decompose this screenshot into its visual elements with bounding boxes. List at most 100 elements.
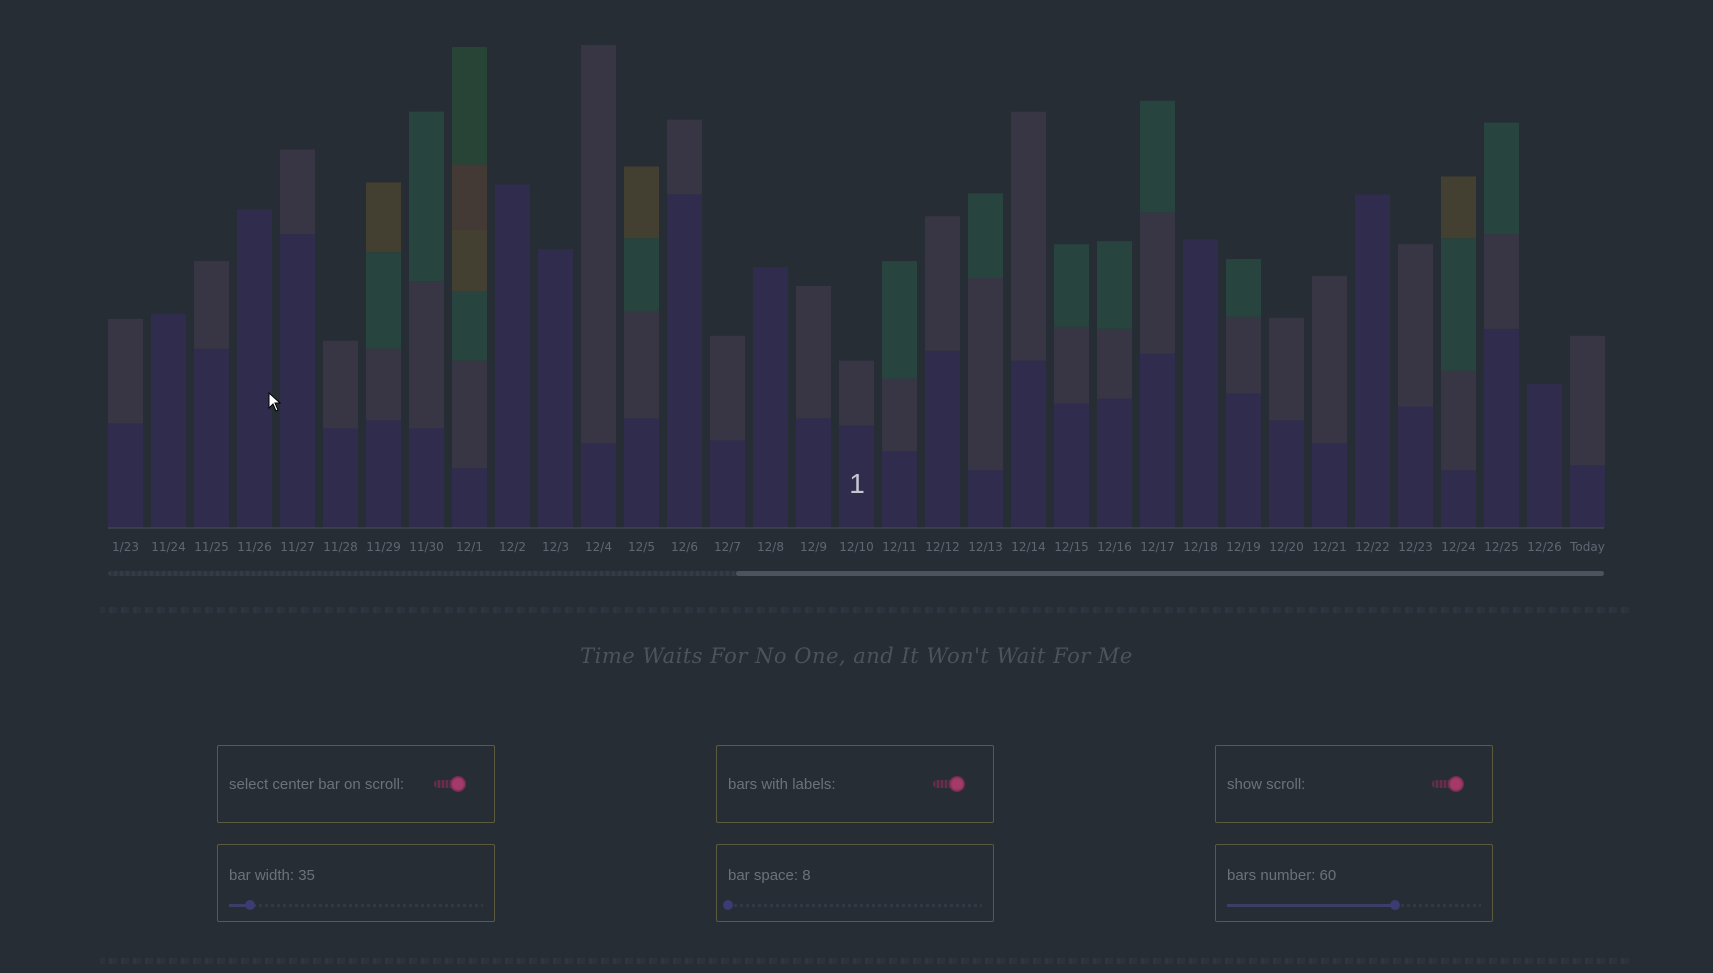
bar-segment-12-6-s0[interactable] (667, 194, 702, 528)
bar-segment-12-9-s1[interactable] (796, 285, 831, 419)
bar-segment-1-23-s1[interactable] (108, 318, 143, 424)
quote-text: Time Waits For No One, and It Won't Wait… (580, 644, 1133, 668)
show-scroll-toggle[interactable] (1432, 775, 1466, 793)
slider-panel-bar-space: bar space: 8 (716, 844, 994, 922)
bar-segment-12-1-s0[interactable] (452, 468, 487, 528)
bar-segment-11-29-s2[interactable] (366, 252, 401, 349)
bar-segment-12-20-s1[interactable] (1269, 317, 1304, 421)
bar-segment-12-26-s0[interactable] (1527, 383, 1562, 528)
bar-segment-12-2-s0[interactable] (495, 184, 530, 529)
bar-segment-12-20-s0[interactable] (1269, 420, 1304, 528)
slider-thumb[interactable] (1390, 900, 1401, 910)
bar-segment-12-5-s0[interactable] (624, 418, 659, 528)
bar-segment-12-21-s1[interactable] (1312, 276, 1347, 444)
bar-segment-12-15-s1[interactable] (1054, 326, 1089, 404)
bar-segment-12-5-s2[interactable] (624, 238, 659, 311)
bar-segment-11-30-s1[interactable] (409, 281, 444, 429)
bar-segment-12-1-s3[interactable] (452, 229, 487, 291)
bar-segment-12-19-s1[interactable] (1226, 316, 1261, 394)
bar-segment-12-11-s2[interactable] (882, 261, 917, 379)
scrollbar-thumb[interactable] (736, 571, 1604, 576)
bar-segment-12-24-s1[interactable] (1441, 370, 1476, 471)
bar-segment-11-26-s0[interactable] (237, 209, 272, 528)
toggle-label: select center bar on scroll: (229, 776, 405, 793)
bar-segment-12-25-s1[interactable] (1484, 234, 1519, 329)
bar-segment-12-19-s2[interactable] (1226, 259, 1261, 317)
chart-scrollbar[interactable] (108, 571, 1604, 576)
bar-segment-1-23-s0[interactable] (108, 423, 143, 528)
bar-segment-12-24-s0[interactable] (1441, 470, 1476, 528)
x-tick-label: 12/1 (456, 540, 483, 554)
bar-segment-12-23-s1[interactable] (1398, 244, 1433, 407)
bar-segment-12-13-s0[interactable] (968, 470, 1003, 528)
bar-segment-12-11-s1[interactable] (882, 378, 917, 452)
bar-segment-12-14-s0[interactable] (1011, 360, 1046, 528)
bar-segment-11-29-s1[interactable] (366, 348, 401, 421)
bar-segment-12-16-s0[interactable] (1097, 398, 1132, 528)
bar-segment-11-27-s1[interactable] (280, 149, 315, 235)
x-tick-label: 12/14 (1011, 540, 1046, 554)
bar-segment-12-3-s0[interactable] (538, 249, 573, 528)
bar-segment-12-19-s0[interactable] (1226, 393, 1261, 528)
bar-segment-12-25-s2[interactable] (1484, 122, 1519, 235)
bar-segment-12-1-s4[interactable] (452, 164, 487, 230)
bar-segment-12-1-s1[interactable] (452, 360, 487, 469)
bar-segment-11-25-s1[interactable] (194, 261, 229, 349)
bar-segment-12-12-s0[interactable] (925, 350, 960, 528)
bar-segment-12-6-s1[interactable] (667, 119, 702, 195)
x-tick-label: Today (1569, 540, 1605, 554)
bar-segment-12-4-s1[interactable] (581, 44, 616, 444)
bar-segment-11-29-s0[interactable] (366, 420, 401, 528)
bar-segment-11-27-s0[interactable] (280, 234, 315, 528)
bar-space-slider[interactable] (723, 900, 982, 910)
slider-thumb[interactable] (245, 900, 256, 910)
bar-segment-11-29-s3[interactable] (366, 182, 401, 253)
bar-segment-12-21-s0[interactable] (1312, 443, 1347, 528)
bar-segment-12-5-s1[interactable] (624, 310, 659, 419)
bar-segment-12-18-s0[interactable] (1183, 239, 1218, 529)
bar-segment-11-30-s2[interactable] (409, 111, 444, 282)
divider-top (100, 607, 1630, 613)
bar-segment-12-5-s3[interactable] (624, 166, 659, 239)
bar-segment-12-15-s0[interactable] (1054, 403, 1089, 528)
bar-segment-12-13-s1[interactable] (968, 278, 1003, 471)
bar-segment-11-30-s0[interactable] (409, 428, 444, 528)
bar-segment-12-1-s2[interactable] (452, 290, 487, 361)
bar-segment-11-28-s0[interactable] (323, 428, 358, 528)
bar-width-slider[interactable] (229, 900, 483, 910)
bar-segment-11-25-s0[interactable] (194, 348, 229, 528)
bars-number-slider[interactable] (1227, 900, 1481, 910)
bar-segment-12-17-s1[interactable] (1140, 212, 1175, 354)
bar-segment-12-13-s2[interactable] (968, 193, 1003, 279)
bar-segment-12-24-s3[interactable] (1441, 176, 1476, 239)
bar-segment-12-24-s2[interactable] (1441, 238, 1476, 371)
bar-segment-Today-s1[interactable] (1570, 335, 1605, 466)
x-tick-label: 12/11 (882, 540, 917, 554)
bar-segment-12-14-s1[interactable] (1011, 111, 1046, 361)
bar-segment-12-22-s0[interactable] (1355, 194, 1390, 528)
center-bar-toggle[interactable] (434, 775, 468, 793)
bar-segment-12-16-s2[interactable] (1097, 241, 1132, 329)
bar-segment-11-28-s1[interactable] (323, 340, 358, 429)
bar-segment-11-24-s0[interactable] (151, 313, 186, 528)
bar-segment-12-17-s2[interactable] (1140, 100, 1175, 213)
bar-segment-12-25-s0[interactable] (1484, 328, 1519, 528)
bar-segment-12-17-s0[interactable] (1140, 353, 1175, 528)
bar-segment-12-11-s0[interactable] (882, 451, 917, 528)
bar-segment-12-7-s0[interactable] (710, 440, 745, 528)
slider-thumb[interactable] (723, 900, 733, 910)
bar-segment-12-16-s1[interactable] (1097, 328, 1132, 399)
bar-segment-12-23-s0[interactable] (1398, 406, 1433, 528)
bar-segment-Today-s0[interactable] (1570, 465, 1605, 528)
bar-segment-12-15-s2[interactable] (1054, 244, 1089, 327)
bar-labels-toggle[interactable] (933, 775, 967, 793)
bar-segment-12-8-s0[interactable] (753, 267, 788, 528)
bar-segment-12-9-s0[interactable] (796, 418, 831, 528)
bar-segment-12-7-s1[interactable] (710, 335, 745, 441)
bar-segment-12-4-s0[interactable] (581, 443, 616, 528)
bar-segment-12-12-s1[interactable] (925, 216, 960, 351)
slider-label: bars number: 60 (1227, 867, 1337, 884)
bar-segment-12-10-s1[interactable] (839, 360, 874, 426)
bar-segment-12-1-s5[interactable] (452, 46, 487, 165)
toggle-panel-bar-labels: bars with labels: (716, 745, 994, 823)
